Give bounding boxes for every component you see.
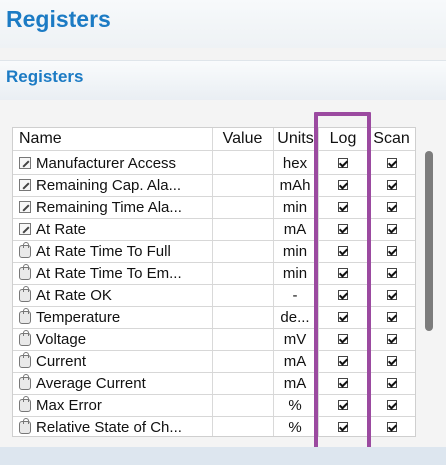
pencil-icon xyxy=(19,201,31,213)
register-units: - xyxy=(292,287,298,304)
scan-checkbox[interactable] xyxy=(387,400,397,410)
log-column-highlight xyxy=(314,112,371,458)
pencil-icon xyxy=(19,157,31,169)
lock-icon xyxy=(19,352,31,368)
register-name: At Rate Time To Em... xyxy=(36,265,182,282)
column-header-value[interactable]: Value xyxy=(212,130,273,148)
register-name: Temperature xyxy=(36,309,121,326)
scan-checkbox[interactable] xyxy=(387,290,397,300)
lock-icon xyxy=(19,374,31,390)
lock-icon xyxy=(19,396,31,412)
register-units: mA xyxy=(283,353,307,370)
scan-checkbox[interactable] xyxy=(387,224,397,234)
scan-checkbox[interactable] xyxy=(387,334,397,344)
scan-checkbox[interactable] xyxy=(387,202,397,212)
register-units: mAh xyxy=(279,177,311,194)
scan-checkbox[interactable] xyxy=(387,246,397,256)
register-name: Relative State of Ch... xyxy=(36,419,182,436)
next-section-edge xyxy=(0,447,446,465)
register-name: Current xyxy=(36,353,87,370)
register-units: % xyxy=(288,397,302,414)
register-units: min xyxy=(282,199,308,216)
section-title: Registers xyxy=(6,67,84,86)
register-name: Max Error xyxy=(36,397,102,414)
register-units: mA xyxy=(283,375,307,392)
register-units: min xyxy=(282,265,308,282)
register-name: Remaining Time Ala... xyxy=(36,199,182,216)
lock-icon xyxy=(19,286,31,302)
lock-icon xyxy=(19,418,31,434)
register-name: At Rate Time To Full xyxy=(36,243,171,260)
scan-checkbox[interactable] xyxy=(387,268,397,278)
register-units: de... xyxy=(280,309,310,326)
pencil-icon xyxy=(19,223,31,235)
scan-checkbox[interactable] xyxy=(387,356,397,366)
lock-icon xyxy=(19,242,31,258)
page-title: Registers xyxy=(6,6,111,32)
lock-icon xyxy=(19,308,31,324)
register-units: hex xyxy=(282,155,308,172)
scan-checkbox[interactable] xyxy=(387,422,397,432)
scan-checkbox[interactable] xyxy=(387,312,397,322)
register-name: Remaining Cap. Ala... xyxy=(36,177,182,194)
register-units: min xyxy=(282,243,308,260)
register-name: Manufacturer Access xyxy=(36,155,177,172)
lock-icon xyxy=(19,330,31,346)
column-header-units[interactable]: Units xyxy=(273,130,318,148)
register-name: Voltage xyxy=(36,331,87,348)
register-units: % xyxy=(288,419,302,436)
column-header-scan[interactable]: Scan xyxy=(368,130,415,148)
vertical-scrollbar[interactable] xyxy=(425,151,433,331)
lock-icon xyxy=(19,264,31,280)
column-header-name[interactable]: Name xyxy=(19,130,62,148)
register-units: mV xyxy=(283,331,307,348)
register-units: mA xyxy=(283,221,307,238)
register-name: Average Current xyxy=(36,375,146,392)
scan-checkbox[interactable] xyxy=(387,158,397,168)
register-name: At Rate xyxy=(36,221,87,238)
register-name: At Rate OK xyxy=(36,287,112,304)
scan-checkbox[interactable] xyxy=(387,180,397,190)
pencil-icon xyxy=(19,179,31,191)
scan-checkbox[interactable] xyxy=(387,378,397,388)
